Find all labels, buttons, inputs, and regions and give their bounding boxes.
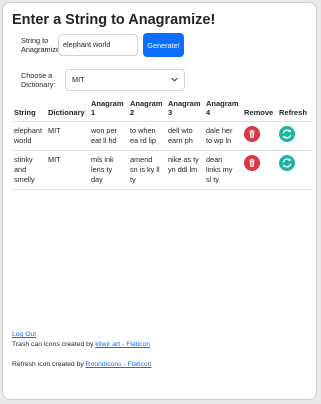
trash-icon[interactable]: [244, 126, 260, 142]
header-anagram-4: Anagram 4: [203, 97, 241, 122]
string-label: String to Anagramize:: [21, 36, 62, 54]
table-header-row: String Dictionary Anagram 1 Anagram 2 An…: [11, 97, 313, 122]
main-card: Enter a String to Anagramize! String to …: [2, 2, 317, 400]
trash-credit-text: Trash can icons created by: [12, 341, 96, 348]
header-remove: Remove: [241, 97, 276, 122]
refresh-credit-link[interactable]: Roundicons - Flaticon: [86, 361, 152, 368]
header-anagram-2: Anagram 2: [127, 97, 165, 122]
chevron-down-icon: [171, 77, 178, 82]
cell-string: elephant world: [11, 121, 45, 151]
cell-remove: [241, 121, 276, 151]
cell-anagram-1: won per eat ll hd: [88, 121, 127, 151]
refresh-credit: Refresh icon created by Roundicons - Fla…: [12, 360, 151, 369]
trash-credit-link[interactable]: kliwir art - Flaticon: [95, 341, 150, 348]
anagram-table: String Dictionary Anagram 1 Anagram 2 An…: [11, 97, 313, 190]
logout-link[interactable]: Log Out: [12, 331, 36, 338]
trash-icon[interactable]: [244, 155, 260, 171]
dictionary-select[interactable]: MIT: [65, 69, 185, 91]
refresh-credit-text: Refresh icon created by: [12, 361, 86, 368]
string-input[interactable]: elephant world: [58, 34, 138, 56]
cell-anagram-3: nike as ty yn ddl lm: [165, 150, 203, 190]
cell-anagram-4: dale her to wp ln: [203, 121, 241, 151]
trash-credit: Trash can icons created by kliwir art - …: [12, 340, 150, 349]
footer-logout: Log Out: [12, 330, 36, 339]
refresh-icon[interactable]: [279, 126, 295, 142]
refresh-icon[interactable]: [279, 155, 295, 171]
cell-anagram-1: mls ink lens ty day: [88, 150, 127, 190]
cell-dictionary: MIT: [45, 150, 88, 190]
cell-anagram-2: to when ea rd lip: [127, 121, 165, 151]
table-row: stinky and smelly MIT mls ink lens ty da…: [11, 150, 313, 190]
cell-anagram-4: dean links my sl ty: [203, 150, 241, 190]
cell-refresh: [276, 150, 313, 190]
header-anagram-1: Anagram 1: [88, 97, 127, 122]
cell-anagram-2: amend sn is ky ll ty: [127, 150, 165, 190]
cell-refresh: [276, 121, 313, 151]
dictionary-label: Choose a Dictionary:: [21, 71, 56, 89]
cell-remove: [241, 150, 276, 190]
header-string: String: [11, 97, 45, 122]
cell-anagram-3: dell wto earn ph: [165, 121, 203, 151]
header-refresh: Refresh: [276, 97, 313, 122]
page-title: Enter a String to Anagramize!: [12, 12, 216, 28]
header-anagram-3: Anagram 3: [165, 97, 203, 122]
cell-string: stinky and smelly: [11, 150, 45, 190]
table-row: elephant world MIT won per eat ll hd to …: [11, 121, 313, 151]
dictionary-selected-value: MIT: [72, 75, 85, 84]
header-dictionary: Dictionary: [45, 97, 88, 122]
cell-dictionary: MIT: [45, 121, 88, 151]
generate-button[interactable]: Generate!: [143, 33, 184, 57]
